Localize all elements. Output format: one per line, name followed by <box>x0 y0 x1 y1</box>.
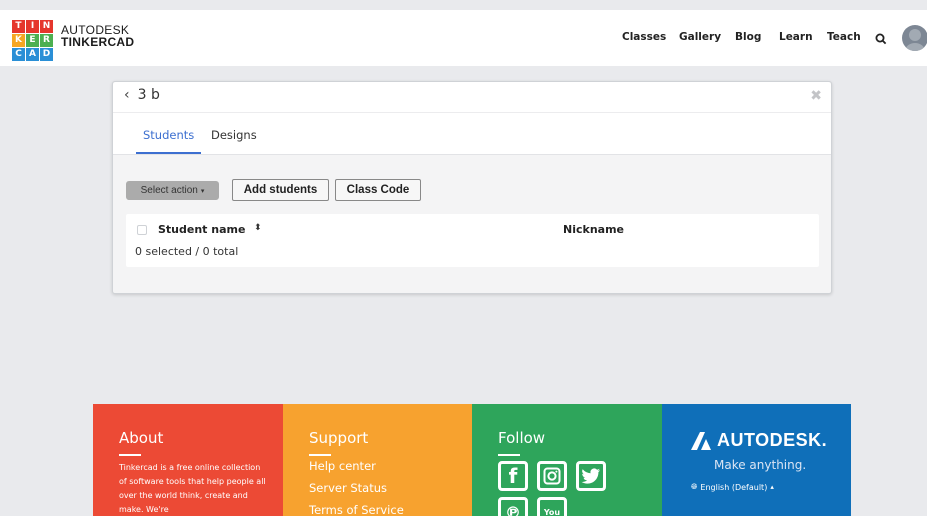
main-nav: Classes Gallery Blog Learn Teach <box>0 31 927 47</box>
server-status-link[interactable]: Server Status <box>309 481 387 495</box>
column-nickname: Nickname <box>563 223 624 236</box>
heading-underline <box>498 454 520 456</box>
heading-underline <box>119 454 141 456</box>
class-panel: ‹ 3 b ✖ Students Designs Select action ▾… <box>112 81 832 294</box>
footer: About Tinkercad is a free online collect… <box>93 404 851 516</box>
close-icon[interactable]: ✖ <box>810 88 822 104</box>
caret-down-icon: ▾ <box>200 187 205 195</box>
nav-learn[interactable]: Learn <box>779 31 813 43</box>
select-all-checkbox[interactable] <box>137 225 147 235</box>
tab-students[interactable]: Students <box>143 128 194 142</box>
nav-blog[interactable]: Blog <box>735 31 761 43</box>
twitter-icon[interactable] <box>576 461 606 491</box>
class-title: 3 b <box>137 87 160 103</box>
chevron-left-icon: ‹ <box>124 87 130 103</box>
logo-letter: D <box>40 48 53 61</box>
pinterest-icon[interactable]: ℗ <box>498 497 528 516</box>
footer-support: Support Help center Server Status Terms … <box>283 404 472 516</box>
facebook-icon[interactable]: f <box>498 461 528 491</box>
logo-letter: A <box>26 48 39 61</box>
tab-designs[interactable]: Designs <box>211 128 257 142</box>
selection-count: 0 selected / 0 total <box>135 245 239 258</box>
user-avatar[interactable] <box>902 25 927 51</box>
autodesk-logo[interactable]: AUTODESK. <box>691 430 827 451</box>
language-selector[interactable]: 🌐︎ English (Default) ▴ <box>691 482 774 492</box>
about-text: Tinkercad is a free online collection of… <box>119 463 266 514</box>
language-label: English (Default) <box>700 482 768 492</box>
class-code-button[interactable]: Class Code <box>335 179 421 201</box>
terms-of-service-link[interactable]: Terms of Service <box>309 503 404 516</box>
nav-gallery[interactable]: Gallery <box>679 31 721 43</box>
class-panel-header: ‹ 3 b ✖ Students Designs <box>113 82 831 155</box>
autodesk-tagline: Make anything. <box>714 458 807 472</box>
footer-follow: Follow f ℗ You <box>472 404 662 516</box>
footer-about: About Tinkercad is a free online collect… <box>93 404 283 516</box>
instagram-icon[interactable] <box>537 461 567 491</box>
help-center-link[interactable]: Help center <box>309 459 376 473</box>
caret-up-icon: ▴ <box>770 483 774 491</box>
youtube-icon-text: You <box>543 507 561 516</box>
autodesk-a-icon <box>691 431 711 450</box>
add-students-button[interactable]: Add students <box>232 179 329 201</box>
logo-letter: C <box>12 48 25 61</box>
heading-underline <box>309 454 331 456</box>
about-heading: About <box>119 429 164 447</box>
youtube-icon[interactable]: You <box>537 497 567 516</box>
follow-heading: Follow <box>498 429 546 447</box>
search-icon[interactable] <box>875 31 887 45</box>
sort-icon[interactable]: ⬍ <box>254 223 262 233</box>
autodesk-wordmark: AUTODESK. <box>717 430 828 450</box>
footer-autodesk: AUTODESK. Make anything. 🌐︎ English (Def… <box>662 404 851 516</box>
active-tab-indicator <box>136 152 201 154</box>
select-action-button[interactable]: Select action ▾ <box>126 181 219 200</box>
nav-teach[interactable]: Teach <box>827 31 861 43</box>
back-link[interactable]: ‹ 3 b <box>124 87 160 103</box>
students-table: Student name ⬍ Nickname 0 selected / 0 t… <box>126 214 819 267</box>
column-student-name[interactable]: Student name <box>158 223 245 236</box>
support-heading: Support <box>309 429 369 447</box>
nav-classes[interactable]: Classes <box>622 31 666 43</box>
header-divider <box>113 112 831 113</box>
select-action-label: Select action <box>140 185 198 196</box>
top-header: T I N K E R C A D AUTODESK TINKERCAD Cla… <box>0 10 927 66</box>
globe-icon: 🌐︎ <box>691 482 698 491</box>
